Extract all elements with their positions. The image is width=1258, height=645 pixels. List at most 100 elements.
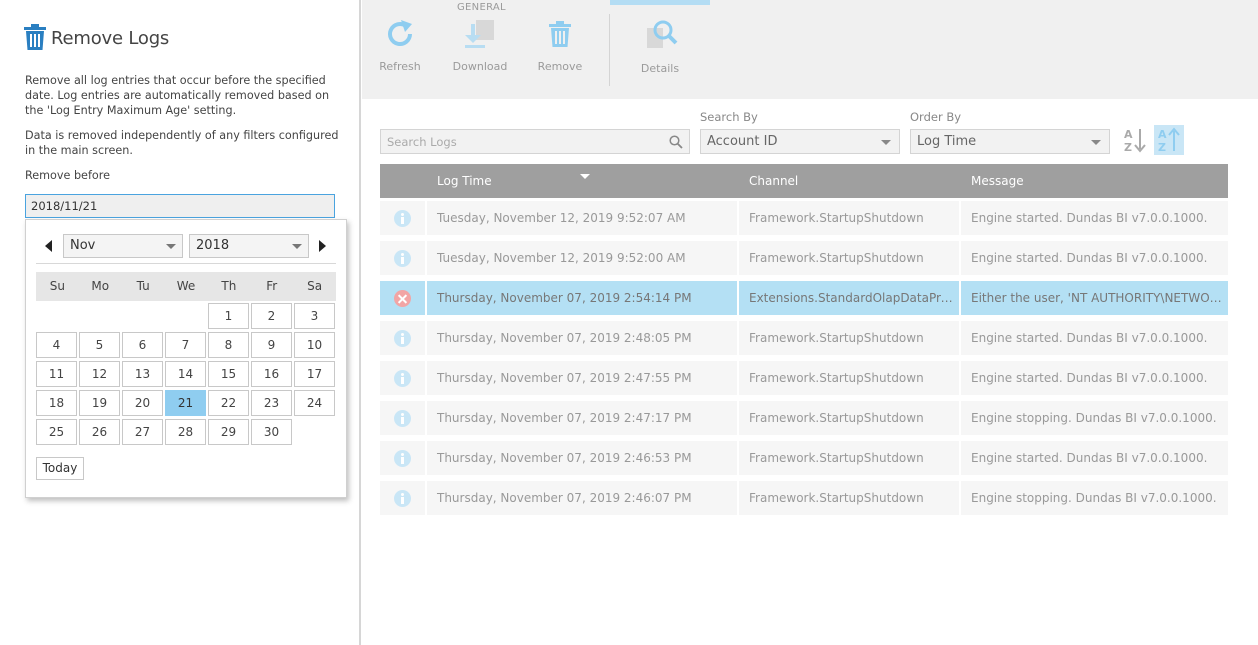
calendar-day[interactable]: 4: [36, 332, 77, 358]
calendar-empty-cell: [165, 303, 206, 329]
calendar-day[interactable]: 11: [36, 361, 77, 387]
calendar-day[interactable]: 26: [79, 419, 120, 445]
search-by-value: Account ID: [707, 134, 778, 149]
column-header-log-time[interactable]: Log Time: [437, 174, 492, 188]
toolbar-group-label: GENERAL: [457, 2, 506, 13]
order-by-label: Order By: [910, 110, 962, 124]
grid-header: Log Time Channel Message: [380, 164, 1228, 198]
remove-label: Remove: [537, 60, 583, 73]
calendar-day[interactable]: 6: [122, 332, 163, 358]
calendar-day[interactable]: 23: [251, 390, 292, 416]
svg-text:A: A: [1124, 128, 1133, 141]
remove-button[interactable]: Remove: [525, 18, 595, 73]
calendar-day[interactable]: 2: [251, 303, 292, 329]
calendar-day-grid: 1 2 3 4 5 6 7 8 9 10 11 12 13 14 15 16 17 18 19 20 21 22 23 24 2…: [36, 303, 336, 445]
table-row[interactable]: Tuesday, November 12, 2019 9:52:07 AM Fra…: [380, 201, 1228, 238]
calendar-day[interactable]: 20: [122, 390, 163, 416]
chevron-down-icon: [881, 140, 891, 145]
message-cell: Engine started. Dundas BI v7.0.0.1000.: [961, 321, 1228, 355]
calendar-day[interactable]: 25: [36, 419, 77, 445]
month-select[interactable]: Nov: [63, 234, 183, 258]
weekday-label: Tu: [136, 279, 150, 293]
year-select[interactable]: 2018: [189, 234, 309, 258]
search-logs-input[interactable]: Search Logs: [380, 129, 690, 154]
log-time-cell: Thursday, November 07, 2019 2:48:05 PM: [427, 321, 737, 355]
calendar-day[interactable]: 8: [208, 332, 249, 358]
calendar-day[interactable]: 1: [208, 303, 249, 329]
calendar-day[interactable]: 5: [79, 332, 120, 358]
details-magnifier-icon: [625, 18, 695, 52]
table-row[interactable]: Thursday, November 07, 2019 2:47:55 PM Fr…: [380, 361, 1228, 398]
level-cell: [380, 441, 425, 475]
weekday-label: We: [176, 279, 196, 293]
month-select-value: Nov: [70, 238, 96, 253]
calendar-day-selected[interactable]: 21: [165, 390, 206, 416]
calendar-day[interactable]: 14: [165, 361, 206, 387]
message-cell: Engine started. Dundas BI v7.0.0.1000.: [961, 361, 1228, 395]
calendar-day[interactable]: 17: [294, 361, 335, 387]
calendar-day[interactable]: 7: [165, 332, 206, 358]
calendar-day[interactable]: 19: [79, 390, 120, 416]
log-time-cell: Thursday, November 07, 2019 2:47:55 PM: [427, 361, 737, 395]
svg-text:Z: Z: [1124, 141, 1132, 154]
column-header-channel[interactable]: Channel: [749, 174, 798, 188]
ribbon-toolbar: GENERAL Refresh Download Remove Details: [362, 0, 1258, 99]
calendar-day[interactable]: 24: [294, 390, 335, 416]
calendar-day[interactable]: 22: [208, 390, 249, 416]
chevron-down-icon: [1091, 140, 1101, 145]
svg-text:Z: Z: [1158, 141, 1166, 154]
calendar-day[interactable]: 12: [79, 361, 120, 387]
table-row[interactable]: Thursday, November 07, 2019 2:46:07 PM Fr…: [380, 481, 1228, 518]
calendar-day[interactable]: 10: [294, 332, 335, 358]
sort-ascending-button[interactable]: A Z: [1120, 125, 1150, 155]
details-button[interactable]: Details: [625, 18, 695, 75]
panel-title: Remove Logs: [51, 28, 170, 49]
remove-before-label: Remove before: [25, 169, 110, 182]
grid-body: Tuesday, November 12, 2019 9:52:07 AM Fra…: [380, 201, 1228, 518]
today-button[interactable]: Today: [36, 457, 84, 480]
table-row[interactable]: Thursday, November 07, 2019 2:47:17 PM Fr…: [380, 401, 1228, 438]
info-icon: [394, 210, 411, 227]
message-cell: Engine stopping. Dundas BI v7.0.0.1000.: [961, 481, 1228, 515]
error-icon: [394, 290, 411, 307]
table-row[interactable]: Thursday, November 07, 2019 2:54:14 PM Ex…: [380, 281, 1228, 318]
weekday-label: Su: [49, 279, 66, 293]
calendar-day[interactable]: 15: [208, 361, 249, 387]
calendar-day[interactable]: 13: [122, 361, 163, 387]
calendar-day[interactable]: 28: [165, 419, 206, 445]
remove-before-date-input[interactable]: [25, 194, 335, 218]
calendar-day[interactable]: 3: [294, 303, 335, 329]
info-icon: [394, 250, 411, 267]
level-cell: [380, 481, 425, 515]
chevron-down-icon: [166, 244, 176, 249]
next-month-arrow-icon[interactable]: [319, 240, 326, 252]
calendar-day[interactable]: 29: [208, 419, 249, 445]
calendar-day[interactable]: 27: [122, 419, 163, 445]
channel-cell: Extensions.StandardOlapDataProvid...: [739, 281, 959, 315]
calendar-day[interactable]: 16: [251, 361, 292, 387]
year-select-value: 2018: [196, 238, 230, 253]
logs-content-area: Search Logs Search By Account ID Order B…: [362, 99, 1258, 645]
prev-month-arrow-icon[interactable]: [45, 240, 52, 252]
message-cell: Engine stopping. Dundas BI v7.0.0.1000.: [961, 401, 1228, 435]
order-by-dropdown[interactable]: Log Time: [910, 129, 1110, 154]
download-button[interactable]: Download: [445, 18, 515, 73]
table-row[interactable]: Thursday, November 07, 2019 2:46:53 PM Fr…: [380, 441, 1228, 478]
calendar-day[interactable]: 30: [251, 419, 292, 445]
sort-indicator-icon: [580, 174, 590, 179]
sort-descending-button[interactable]: A Z: [1154, 125, 1184, 155]
channel-cell: Framework.StartupShutdown: [739, 401, 959, 435]
weekday-label: Fr: [266, 279, 278, 293]
column-header-message[interactable]: Message: [971, 174, 1024, 188]
calendar-day[interactable]: 18: [36, 390, 77, 416]
channel-cell: Framework.StartupShutdown: [739, 241, 959, 275]
refresh-button[interactable]: Refresh: [365, 18, 435, 73]
description-text: Remove all log entries that occur before…: [25, 74, 330, 117]
search-by-dropdown[interactable]: Account ID: [700, 129, 900, 154]
level-cell: [380, 401, 425, 435]
channel-cell: Framework.StartupShutdown: [739, 201, 959, 235]
search-icon[interactable]: [669, 135, 683, 152]
table-row[interactable]: Thursday, November 07, 2019 2:48:05 PM Fr…: [380, 321, 1228, 358]
table-row[interactable]: Tuesday, November 12, 2019 9:52:00 AM Fra…: [380, 241, 1228, 278]
calendar-day[interactable]: 9: [251, 332, 292, 358]
